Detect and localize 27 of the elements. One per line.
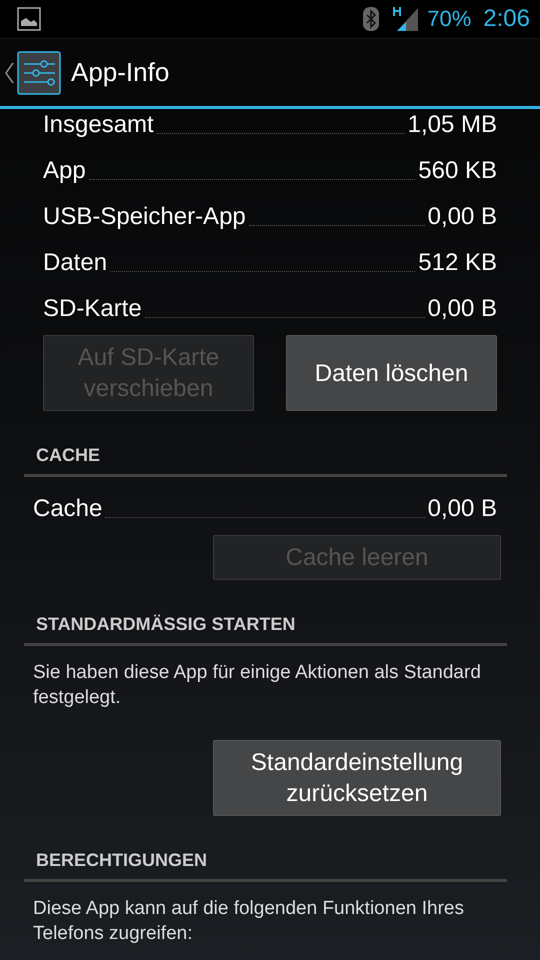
row-value: 512 KB	[418, 249, 497, 277]
info-text: Diese App kann auf die folgenden Funktionen Ihres Telefons zugreifen:	[33, 897, 465, 946]
screen-title: App-Info	[71, 57, 170, 88]
row-value: 0,00 B	[428, 203, 497, 231]
section-header: BERECHTIGUNGEN	[24, 850, 507, 882]
row-value: 560 KB	[418, 157, 497, 185]
row-label: Cache	[33, 495, 102, 523]
battery-percent: 70%	[427, 6, 472, 32]
row-value: 1,05 MB	[408, 111, 497, 139]
action-button[interactable]: Standardeinstellung zurücksetzen	[213, 740, 501, 816]
signal-icon	[393, 6, 420, 32]
info-text: Sie haben diese App für einige Aktionen als Standard festgelegt.	[33, 661, 482, 710]
section-header: CACHE	[24, 445, 507, 477]
row-label: App	[43, 157, 86, 185]
sliders-icon[interactable]	[17, 50, 61, 94]
row-label: SD-Karte	[43, 295, 142, 323]
row-label: Insgesamt	[43, 111, 154, 139]
row-label: USB-Speicher-App	[43, 203, 246, 231]
action-button[interactable]: Daten löschen	[286, 335, 497, 411]
row-value: 0,00 B	[428, 295, 497, 323]
section-header: STANDARDMÄSSIG STARTEN	[24, 614, 507, 646]
back-caret-icon[interactable]	[5, 62, 15, 84]
clock-time: 2:06	[483, 5, 530, 33]
image-icon	[17, 7, 41, 31]
row-label: Daten	[43, 249, 108, 277]
row-value: 0,00 B	[428, 495, 497, 523]
bluetooth-icon	[363, 7, 380, 31]
